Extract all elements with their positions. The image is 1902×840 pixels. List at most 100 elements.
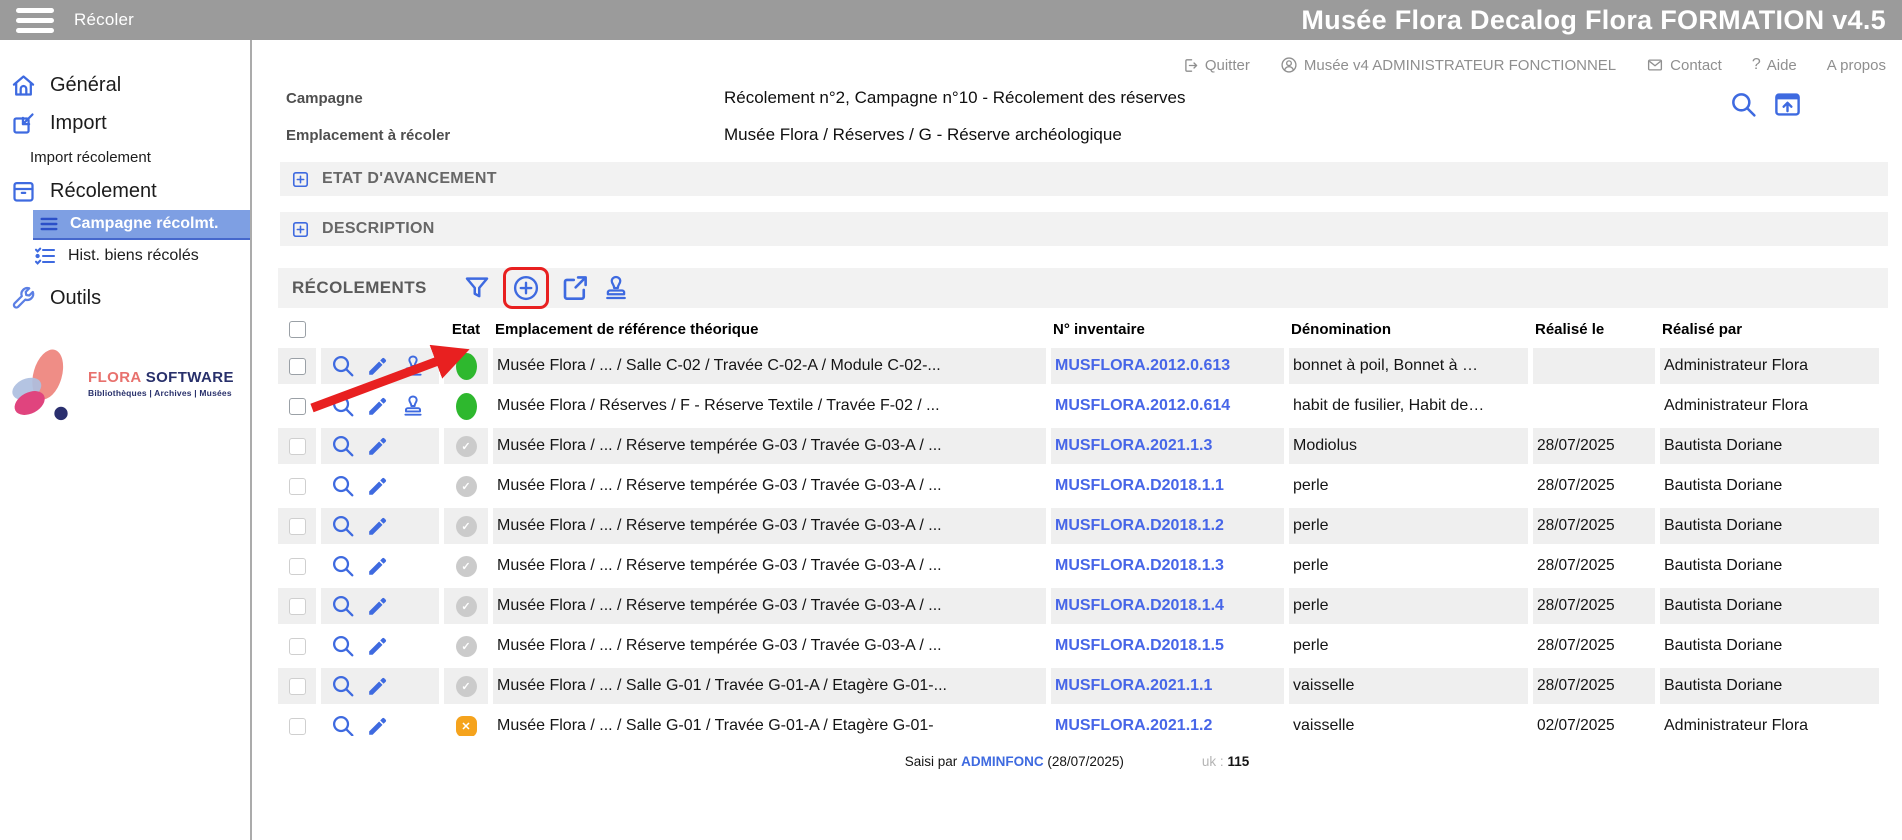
open-external-icon[interactable] bbox=[560, 273, 590, 303]
campaign-actions bbox=[1729, 90, 1802, 119]
wrench-icon bbox=[10, 285, 37, 312]
sidebar-item-label: Campagne récolmt. bbox=[70, 215, 218, 233]
window-upload-icon[interactable] bbox=[1773, 90, 1802, 119]
date-cell: 28/07/2025 bbox=[1533, 508, 1655, 544]
search-icon[interactable] bbox=[330, 473, 356, 499]
table-row: ✓ Musée Flora / ... / Réserve tempérée G… bbox=[278, 628, 1879, 664]
edit-icon[interactable] bbox=[366, 554, 390, 578]
status-badge: ✓ bbox=[456, 596, 477, 617]
sidebar-item-outils[interactable]: Outils bbox=[0, 278, 250, 318]
search-icon[interactable] bbox=[330, 593, 356, 619]
date-cell: 28/07/2025 bbox=[1533, 428, 1655, 464]
search-icon[interactable] bbox=[330, 673, 356, 699]
edit-icon[interactable] bbox=[366, 474, 390, 498]
user-cell: Bautista Doriane bbox=[1660, 668, 1879, 704]
edit-icon[interactable] bbox=[366, 714, 390, 736]
edit-icon[interactable] bbox=[366, 594, 390, 618]
sidebar-item-label: Récolement bbox=[50, 180, 157, 203]
inventory-link[interactable]: MUSFLORA.D2018.1.4 bbox=[1055, 597, 1224, 614]
stamp-icon[interactable] bbox=[400, 393, 426, 419]
inventory-link[interactable]: MUSFLORA.2012.0.613 bbox=[1055, 357, 1230, 374]
sidebar-item-label: Général bbox=[50, 74, 121, 97]
inventory-link[interactable]: MUSFLORA.2012.0.614 bbox=[1055, 397, 1230, 414]
table-row: ✓ Musée Flora / ... / Réserve tempérée G… bbox=[278, 548, 1879, 584]
search-icon[interactable] bbox=[330, 633, 356, 659]
search-icon[interactable] bbox=[330, 353, 356, 379]
row-checkbox[interactable] bbox=[289, 678, 306, 695]
user-cell: Administrateur Flora bbox=[1660, 708, 1879, 736]
row-checkbox[interactable] bbox=[289, 398, 306, 415]
date-cell: 28/07/2025 bbox=[1533, 628, 1655, 664]
location-cell: Musée Flora / ... / Réserve tempérée G-0… bbox=[493, 548, 1046, 584]
inventory-link[interactable]: MUSFLORA.D2018.1.1 bbox=[1055, 477, 1224, 494]
section-description[interactable]: DESCRIPTION bbox=[280, 212, 1888, 246]
saisi-user-link[interactable]: ADMINFONC bbox=[961, 754, 1044, 769]
stamp-icon[interactable] bbox=[400, 353, 426, 379]
inventory-link[interactable]: MUSFLORA.D2018.1.5 bbox=[1055, 637, 1224, 654]
row-checkbox[interactable] bbox=[289, 718, 306, 735]
search-icon[interactable] bbox=[1729, 90, 1758, 119]
sidebar-item-campagne-recolmt[interactable]: Campagne récolmt. bbox=[33, 210, 250, 240]
section-etat-avancement[interactable]: ETAT D'AVANCEMENT bbox=[280, 162, 1888, 196]
search-icon[interactable] bbox=[330, 433, 356, 459]
denomination-cell: perle bbox=[1289, 588, 1528, 624]
sidebar-item-hist-biens-recoles[interactable]: Hist. biens récolés bbox=[0, 240, 250, 272]
inventory-link[interactable]: MUSFLORA.D2018.1.3 bbox=[1055, 557, 1224, 574]
sidebar-item-general[interactable]: Général bbox=[0, 66, 250, 104]
quitter-link[interactable]: Quitter bbox=[1182, 57, 1250, 74]
window-title: Musée Flora Decalog Flora FORMATION v4.5 bbox=[1301, 5, 1886, 36]
aide-link[interactable]: ? Aide bbox=[1752, 56, 1797, 74]
user-cell: Administrateur Flora bbox=[1660, 348, 1879, 384]
edit-icon[interactable] bbox=[366, 354, 390, 378]
edit-icon[interactable] bbox=[366, 634, 390, 658]
edit-icon[interactable] bbox=[366, 434, 390, 458]
recolements-table: Etat Emplacement de référence théorique … bbox=[273, 310, 1888, 736]
user-cell: Bautista Doriane bbox=[1660, 628, 1879, 664]
section-title: ETAT D'AVANCEMENT bbox=[322, 170, 497, 188]
utility-bar: Quitter Musée v4 ADMINISTRATEUR FONCTION… bbox=[252, 40, 1902, 74]
row-checkbox[interactable] bbox=[289, 478, 306, 495]
question-icon: ? bbox=[1752, 56, 1761, 74]
search-icon[interactable] bbox=[330, 393, 356, 419]
date-cell: 28/07/2025 bbox=[1533, 468, 1655, 504]
menu-icon[interactable] bbox=[16, 8, 54, 33]
add-recolement-icon[interactable] bbox=[511, 273, 541, 303]
expand-plus-icon[interactable] bbox=[291, 170, 310, 189]
filter-icon[interactable] bbox=[462, 273, 492, 303]
sidebar-item-import[interactable]: Import bbox=[0, 104, 250, 142]
sidebar-item-recolement[interactable]: Récolement bbox=[0, 172, 250, 210]
inventory-link[interactable]: MUSFLORA.2021.1.1 bbox=[1055, 677, 1212, 694]
contact-link[interactable]: Contact bbox=[1646, 56, 1722, 74]
row-checkbox[interactable] bbox=[289, 438, 306, 455]
status-badge: ✓ bbox=[456, 556, 477, 577]
a-propos-link[interactable]: A propos bbox=[1827, 57, 1886, 74]
row-checkbox[interactable] bbox=[289, 598, 306, 615]
stamp-icon[interactable] bbox=[601, 273, 631, 303]
inventory-link[interactable]: MUSFLORA.2021.1.3 bbox=[1055, 437, 1212, 454]
row-checkbox[interactable] bbox=[289, 638, 306, 655]
user-cell: Bautista Doriane bbox=[1660, 468, 1879, 504]
column-header-realise-par: Réalisé par bbox=[1660, 314, 1879, 344]
campagne-value: Récolement n°2, Campagne n°10 - Récoleme… bbox=[724, 88, 1186, 108]
inventory-link[interactable]: MUSFLORA.D2018.1.2 bbox=[1055, 517, 1224, 534]
sidebar-item-import-recolement[interactable]: Import récolement bbox=[0, 142, 250, 172]
search-icon[interactable] bbox=[330, 513, 356, 539]
row-checkbox[interactable] bbox=[289, 358, 306, 375]
search-icon[interactable] bbox=[330, 713, 356, 736]
denomination-cell: perle bbox=[1289, 548, 1528, 584]
status-badge: ✓ bbox=[456, 516, 477, 537]
brand-name: FLORA SOFTWARE bbox=[88, 369, 234, 388]
expand-plus-icon[interactable] bbox=[291, 220, 310, 239]
inventory-link[interactable]: MUSFLORA.2021.1.2 bbox=[1055, 717, 1212, 734]
select-all-checkbox[interactable] bbox=[289, 321, 306, 338]
user-account-link[interactable]: Musée v4 ADMINISTRATEUR FONCTIONNEL bbox=[1280, 56, 1616, 74]
row-checkbox[interactable] bbox=[289, 558, 306, 575]
edit-icon[interactable] bbox=[366, 394, 390, 418]
emplacement-value: Musée Flora / Réserves / G - Réserve arc… bbox=[724, 125, 1122, 145]
row-checkbox[interactable] bbox=[289, 518, 306, 535]
date-cell bbox=[1533, 388, 1655, 424]
status-badge bbox=[456, 393, 477, 420]
edit-icon[interactable] bbox=[366, 674, 390, 698]
search-icon[interactable] bbox=[330, 553, 356, 579]
edit-icon[interactable] bbox=[366, 514, 390, 538]
